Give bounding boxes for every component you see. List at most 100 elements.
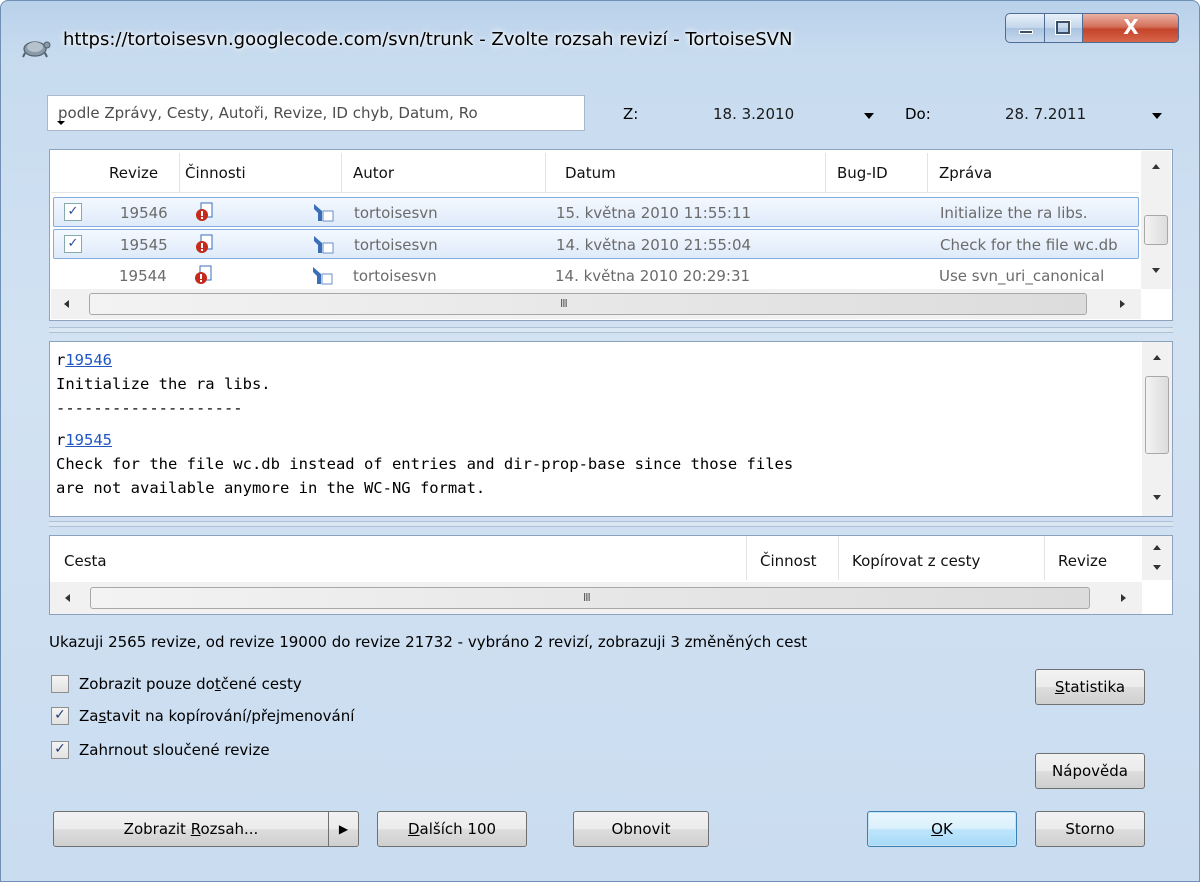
checkbox-affected-paths-only[interactable] (51, 675, 69, 693)
cancel-button[interactable]: Storno (1035, 811, 1145, 847)
log-row[interactable]: ✓ 19546 tortoisesvn 15. května 2010 11:5… (53, 197, 1139, 227)
modified-file-icon (195, 265, 212, 284)
from-date-label: Z: (623, 105, 639, 123)
svn-author-icon (314, 236, 334, 254)
column-header-copy-from[interactable]: Kopírovat z cesty (852, 552, 980, 570)
message-line: r19545 (56, 428, 112, 452)
from-date-picker[interactable]: 18. 3.2010 (705, 95, 885, 135)
row-author: tortoisesvn (354, 236, 438, 254)
column-header-revision[interactable]: Revize (1058, 552, 1107, 570)
chevron-down-icon (864, 113, 874, 119)
title-bar[interactable]: https://tortoisesvn.googlecode.com/svn/t… (1, 1, 1199, 85)
scroll-left-icon[interactable] (63, 299, 70, 309)
next-100-button[interactable]: Dalších 100 (377, 811, 527, 847)
column-header-bug-id[interactable]: Bug-ID (837, 164, 888, 182)
row-checkbox[interactable]: ✓ (64, 235, 82, 253)
column-divider[interactable] (179, 153, 180, 193)
close-icon: X (1123, 15, 1139, 39)
from-date-value: 18. 3.2010 (713, 105, 795, 123)
column-header-author[interactable]: Autor (353, 164, 394, 182)
checkbox-label[interactable]: Zastavit na kopírování/přejmenování (79, 707, 354, 725)
tortoisesvn-icon (22, 41, 51, 58)
row-revision: 19546 (120, 204, 168, 222)
paths-horizontal-scrollbar[interactable]: III (50, 582, 1142, 614)
row-author: tortoisesvn (354, 204, 438, 222)
scroll-down-icon[interactable] (1151, 267, 1161, 274)
column-divider[interactable] (1044, 536, 1045, 580)
row-revision: 19544 (119, 267, 167, 285)
dialog-window: https://tortoisesvn.googlecode.com/svn/t… (0, 0, 1200, 882)
message-text: Initialize the ra libs. (56, 375, 271, 393)
scroll-right-icon[interactable] (1120, 593, 1127, 603)
message-vertical-scrollbar[interactable] (1142, 342, 1172, 516)
svn-author-icon (314, 204, 334, 222)
row-message: Initialize the ra libs. (940, 204, 1088, 222)
checkbox-include-merged[interactable]: ✓ (51, 741, 69, 759)
message-line: r19546 (56, 348, 112, 372)
paths-vertical-scrollbar[interactable] (1142, 536, 1172, 580)
column-divider[interactable] (341, 153, 342, 193)
ok-button[interactable]: OK (867, 811, 1017, 847)
close-button[interactable]: X (1083, 13, 1179, 43)
scroll-right-icon[interactable] (1119, 299, 1126, 309)
column-header-actions[interactable]: Činnosti (185, 164, 246, 182)
scroll-grip: III (583, 591, 591, 604)
changed-paths-list[interactable]: Cesta Činnost Kopírovat z cesty Revize I… (49, 535, 1173, 615)
log-row[interactable]: ✓ 19545 tortoisesvn 14. května 2010 21:5… (53, 229, 1139, 259)
log-vertical-scrollbar[interactable] (1141, 151, 1171, 289)
message-text: are not available anymore in the WC-NG f… (56, 479, 486, 497)
column-header-revision[interactable]: Revize (109, 164, 158, 182)
show-range-button[interactable]: Zobrazit Rozsah... ▶ (53, 811, 359, 847)
row-author: tortoisesvn (353, 267, 437, 285)
to-date-picker[interactable]: 28. 7.2011 (997, 95, 1175, 135)
maximize-button[interactable] (1045, 13, 1083, 43)
search-filter-placeholder: podle Zprávy, Cesty, Autoři, Revize, ID … (58, 104, 478, 122)
scroll-up-icon[interactable] (1151, 163, 1161, 170)
row-revision: 19545 (120, 236, 168, 254)
refresh-button[interactable]: Obnovit (573, 811, 709, 847)
log-message-panel[interactable]: r19546 Initialize the ra libs. ---------… (49, 341, 1173, 517)
column-divider[interactable] (825, 153, 826, 193)
column-header-action[interactable]: Činnost (760, 552, 817, 570)
column-header-path[interactable]: Cesta (64, 552, 107, 570)
column-divider[interactable] (927, 153, 928, 193)
column-divider[interactable] (746, 536, 747, 580)
checkbox-stop-on-copy[interactable]: ✓ (51, 707, 69, 725)
log-row[interactable]: 19544 tortoisesvn 14. května 2010 20:29:… (53, 261, 1139, 291)
message-separator: -------------------- (56, 399, 243, 417)
scroll-thumb[interactable]: III (89, 293, 1087, 315)
statistics-button[interactable]: Statistika (1035, 669, 1145, 705)
minimize-button[interactable] (1005, 13, 1045, 43)
splitter-handle[interactable] (49, 327, 1173, 333)
help-button[interactable]: Nápověda (1035, 753, 1145, 789)
checkbox-label[interactable]: Zobrazit pouze dotčené cesty (79, 675, 302, 693)
log-horizontal-scrollbar[interactable]: III (51, 289, 1141, 319)
filter-options-icon[interactable] (56, 120, 66, 127)
scroll-left-icon[interactable] (64, 593, 71, 603)
revision-link[interactable]: 19546 (65, 351, 112, 369)
scroll-thumb[interactable] (1144, 215, 1168, 245)
checkbox-label[interactable]: Zahrnout sloučené revize (79, 741, 270, 759)
scroll-down-icon[interactable] (1152, 564, 1162, 571)
column-divider[interactable] (545, 153, 546, 193)
splitter-handle[interactable] (49, 521, 1173, 527)
split-dropdown-icon[interactable]: ▶ (328, 812, 358, 846)
row-message: Check for the file wc.db (940, 236, 1118, 254)
scroll-grip: III (560, 297, 568, 310)
column-divider[interactable] (838, 536, 839, 580)
scroll-thumb[interactable]: III (90, 587, 1090, 609)
chevron-down-icon (1152, 113, 1162, 119)
revision-link[interactable]: 19545 (65, 431, 112, 449)
scroll-up-icon[interactable] (1152, 354, 1162, 361)
scroll-down-icon[interactable] (1152, 494, 1162, 501)
revision-prefix: r (56, 431, 66, 449)
modified-file-icon (196, 202, 213, 221)
scroll-thumb[interactable] (1145, 376, 1169, 454)
search-filter-input[interactable]: podle Zprávy, Cesty, Autoři, Revize, ID … (47, 95, 585, 131)
scroll-up-icon[interactable] (1152, 544, 1162, 551)
row-checkbox[interactable]: ✓ (64, 203, 82, 221)
column-header-date[interactable]: Datum (565, 164, 616, 182)
svn-author-icon (313, 267, 333, 285)
row-date: 14. května 2010 20:29:31 (555, 267, 751, 285)
column-header-message[interactable]: Zpráva (939, 164, 992, 182)
